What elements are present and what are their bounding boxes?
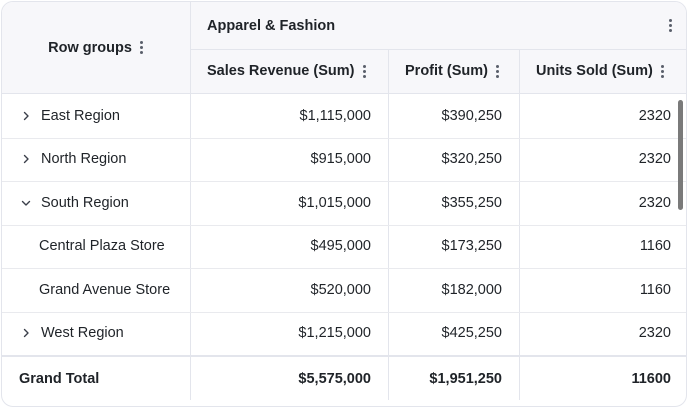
column-header-label: Sales Revenue (Sum) — [207, 63, 355, 79]
column-header-units-sold[interactable]: Units Sold (Sum) — [519, 49, 686, 93]
table-cell: $320,250 — [388, 138, 519, 182]
grand-total-value: $1,951,250 — [429, 370, 502, 387]
cell-value: 1160 — [639, 281, 671, 298]
cell-value: 2320 — [638, 325, 671, 342]
grand-total-cell: 11600 — [519, 357, 686, 400]
cell-value: $355,250 — [441, 194, 502, 211]
grand-total-label-cell: Grand Total — [2, 357, 190, 400]
row-group-cell[interactable]: West Region — [2, 312, 190, 356]
chevron-right-icon[interactable] — [19, 109, 33, 123]
kebab-menu-icon[interactable] — [661, 64, 665, 78]
cell-value: 2320 — [638, 194, 671, 211]
grand-total-label: Grand Total — [19, 370, 100, 387]
row-group-label: South Region — [41, 194, 129, 211]
row-group-cell[interactable]: South Region — [2, 181, 190, 225]
column-header-sales-revenue[interactable]: Sales Revenue (Sum) — [190, 49, 388, 93]
row-groups-label: Row groups — [48, 39, 132, 56]
cell-value: $425,250 — [441, 325, 502, 342]
cell-value: $390,250 — [441, 107, 502, 124]
cell-value: $182,000 — [441, 281, 502, 298]
table-cell: $495,000 — [190, 225, 388, 269]
column-group-header[interactable]: Apparel & Fashion — [190, 2, 686, 49]
row-group-label: East Region — [41, 107, 120, 124]
row-groups-header[interactable]: Row groups — [2, 2, 190, 93]
table-cell: 1160 — [519, 268, 686, 312]
table-cell: $425,250 — [388, 312, 519, 356]
row-group-cell: Central Plaza Store — [2, 225, 190, 269]
table-cell: 2320 — [519, 312, 686, 356]
cell-value: $520,000 — [310, 281, 371, 298]
row-group-cell: Grand Avenue Store — [2, 268, 190, 312]
table-cell: 2320 — [519, 181, 686, 225]
chevron-right-icon[interactable] — [19, 152, 33, 166]
column-header-label: Units Sold (Sum) — [536, 63, 653, 79]
kebab-menu-icon[interactable] — [668, 19, 672, 32]
grand-total-value: $5,575,000 — [298, 370, 371, 387]
pivot-grid: Row groups Apparel & Fashion Sales Reven… — [1, 1, 687, 407]
table-cell: $182,000 — [388, 268, 519, 312]
row-group-cell[interactable]: North Region — [2, 138, 190, 182]
column-group-label: Apparel & Fashion — [207, 17, 336, 34]
cell-value: 1160 — [639, 238, 671, 255]
column-header-label: Profit (Sum) — [405, 63, 488, 79]
row-group-label: West Region — [41, 325, 124, 342]
table-cell: $915,000 — [190, 138, 388, 182]
grand-total-cell: $1,951,250 — [388, 357, 519, 400]
divider — [190, 49, 686, 50]
table-cell: 1160 — [519, 225, 686, 269]
kebab-menu-icon[interactable] — [362, 64, 366, 78]
kebab-menu-icon[interactable] — [140, 41, 144, 54]
grand-total-value: 11600 — [631, 370, 671, 387]
table-cell: $1,015,000 — [190, 181, 388, 225]
grand-total-cell: $5,575,000 — [190, 357, 388, 400]
table-cell: 2320 — [519, 94, 686, 138]
row-group-label: Central Plaza Store — [39, 238, 165, 255]
vertical-scrollbar[interactable] — [678, 100, 683, 210]
kebab-menu-icon[interactable] — [496, 64, 500, 78]
table-cell: 2320 — [519, 138, 686, 182]
cell-value: $1,215,000 — [298, 325, 371, 342]
cell-value: $1,015,000 — [298, 194, 371, 211]
chevron-right-icon[interactable] — [19, 326, 33, 340]
table-cell: $390,250 — [388, 94, 519, 138]
row-group-cell[interactable]: East Region — [2, 94, 190, 138]
column-header-profit[interactable]: Profit (Sum) — [388, 49, 519, 93]
cell-value: $915,000 — [310, 151, 371, 168]
table-cell: $1,115,000 — [190, 94, 388, 138]
cell-value: 2320 — [638, 151, 671, 168]
table-cell: $520,000 — [190, 268, 388, 312]
cell-value: $173,250 — [441, 238, 502, 255]
row-group-label: Grand Avenue Store — [39, 281, 171, 298]
cell-value: $320,250 — [441, 151, 502, 168]
table-cell: $173,250 — [388, 225, 519, 269]
table-cell: $355,250 — [388, 181, 519, 225]
table-cell: $1,215,000 — [190, 312, 388, 356]
cell-value: 2320 — [638, 107, 671, 124]
row-group-label: North Region — [41, 151, 127, 168]
chevron-down-icon[interactable] — [19, 196, 33, 210]
cell-value: $1,115,000 — [299, 107, 372, 124]
cell-value: $495,000 — [310, 238, 371, 255]
